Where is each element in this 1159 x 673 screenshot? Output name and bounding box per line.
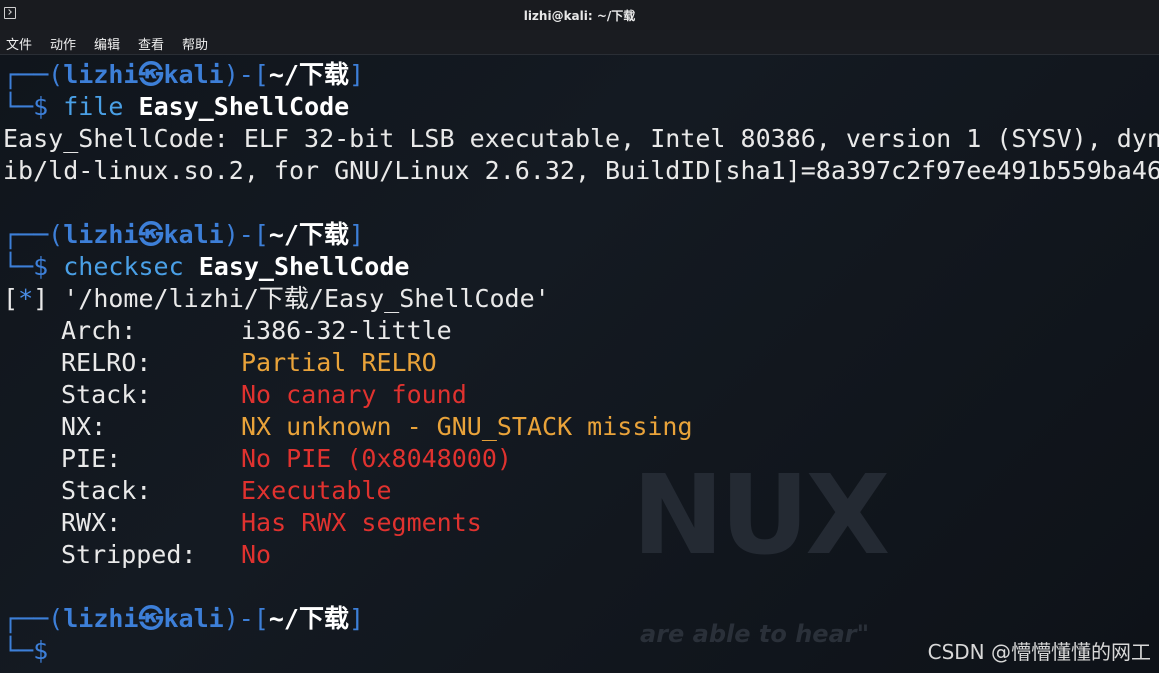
terminal-view[interactable]: NUX are able to hear" ┌──(lizhi㉿kali)-[~… (0, 55, 1159, 673)
prompt-line-3: ┌──(lizhi㉿kali)-[~/下载] (3, 603, 364, 635)
checksec-label: Stack: (61, 476, 152, 505)
prompt-line-2: ┌──(lizhi㉿kali)-[~/下载] (3, 219, 364, 251)
prompt-frame: )-[ (223, 604, 269, 633)
command-name: checksec (63, 252, 184, 281)
menu-bar: 文件 动作 编辑 查看 帮助 (0, 30, 1159, 55)
output-line: Easy_ShellCode: ELF 32-bit LSB executabl… (3, 124, 1159, 153)
menu-help[interactable]: 帮助 (182, 34, 208, 53)
checksec-label: Stripped: (61, 540, 197, 569)
prompt-frame: └─ (3, 636, 34, 665)
checksec-value: No canary found (241, 380, 467, 409)
prompt-frame: └─ (3, 92, 34, 121)
checksec-label: Stack: (61, 380, 152, 409)
window-title: lizhi@kali: ~/下载 (523, 9, 636, 23)
checksec-label: PIE: (61, 444, 122, 473)
prompt-dir: ~/下载 (268, 60, 349, 89)
checksec-value: Has RWX segments (241, 508, 482, 537)
command-arg: Easy_ShellCode (198, 252, 410, 281)
menu-view[interactable]: 查看 (138, 34, 164, 53)
command-name: file (63, 92, 124, 121)
menu-action[interactable]: 动作 (50, 34, 76, 53)
prompt-frame: )-[ (223, 60, 269, 89)
prompt-dir: ~/下载 (268, 604, 349, 633)
command-line-3[interactable]: └─$ (3, 635, 48, 667)
command-line-2: └─$ checksec Easy_ShellCode (3, 251, 409, 283)
checksec-label: NX: (61, 412, 107, 441)
prompt-frame: ┌──( (3, 220, 64, 249)
prompt-frame: └─ (3, 252, 34, 281)
prompt-frame: ┌──( (3, 60, 64, 89)
prompt-line-1: ┌──(lizhi㉿kali)-[~/下载] (3, 59, 364, 91)
bracket: [ (3, 284, 19, 313)
checksec-path-text: ] '/home/lizhi/下载/Easy_ShellCode' (33, 284, 550, 313)
checksec-label: RELRO: (61, 348, 152, 377)
prompt-user: lizhi㉿kali (63, 220, 224, 249)
prompt-dollar: $ (33, 92, 49, 121)
checksec-value: No PIE (0x8048000) (241, 444, 512, 473)
info-star: * (18, 284, 34, 313)
checksec-label: Arch: (61, 316, 137, 345)
command-arg: Easy_ShellCode (138, 92, 350, 121)
checksec-value: i386-32-little (241, 316, 452, 345)
prompt-frame: ] (348, 60, 365, 89)
prompt-dollar: $ (33, 636, 49, 665)
checksec-value: No (241, 540, 272, 569)
checksec-label: RWX: (61, 508, 122, 537)
prompt-frame: ] (348, 604, 365, 633)
command-line-1: └─$ file Easy_ShellCode (3, 91, 349, 123)
checksec-value: Partial RELRO (241, 348, 437, 377)
output-line: ib/ld-linux.so.2, for GNU/Linux 2.6.32, … (3, 156, 1159, 185)
prompt-frame: )-[ (223, 220, 269, 249)
prompt-frame: ] (348, 220, 365, 249)
prompt-user: lizhi㉿kali (63, 60, 224, 89)
menu-file[interactable]: 文件 (6, 34, 32, 53)
checksec-value: NX unknown - GNU_STACK missing (241, 412, 693, 441)
menu-edit[interactable]: 编辑 (94, 34, 120, 53)
background-tagline: are able to hear" (640, 620, 870, 648)
window-titlebar: lizhi@kali: ~/下载 (0, 0, 1159, 30)
csdn-watermark: CSDN @懵懵懂懂的网工 (927, 640, 1151, 664)
checksec-path: [*] '/home/lizhi/下载/Easy_ShellCode' (3, 283, 550, 315)
prompt-user: lizhi㉿kali (63, 604, 224, 633)
prompt-frame: ┌──( (3, 604, 64, 633)
prompt-dir: ~/下载 (268, 220, 349, 249)
prompt-dollar: $ (33, 252, 49, 281)
checksec-value: Executable (241, 476, 392, 505)
